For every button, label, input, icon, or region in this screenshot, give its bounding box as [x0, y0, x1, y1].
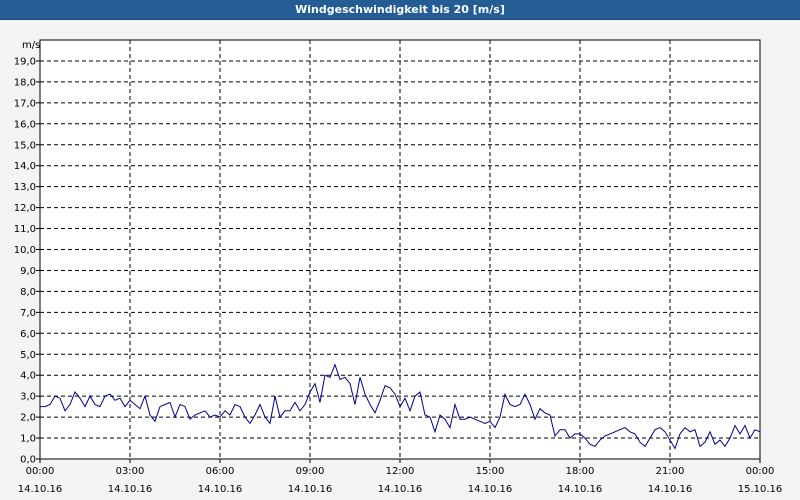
y-tick-label: 14,0: [14, 161, 36, 172]
y-tick-label: 1,0: [20, 434, 36, 445]
x-tick-date: 14.10.16: [108, 484, 153, 495]
x-tick-date: 14.10.16: [648, 484, 693, 495]
x-tick-date: 15.10.16: [738, 484, 783, 495]
y-tick-label: 19,0: [14, 56, 36, 67]
y-axis-label: m/s: [22, 40, 40, 51]
x-tick-date: 14.10.16: [378, 484, 423, 495]
grid-lines: [40, 40, 760, 459]
x-tick-date: 14.10.16: [288, 484, 333, 495]
y-tick-label: 12,0: [14, 203, 36, 214]
x-axis-ticks: 00:00 14.10.16 03:00 14.10.16 06:00 14.10.16 0…: [18, 459, 783, 495]
x-tick-date: 14.10.16: [558, 484, 603, 495]
y-tick-label: 18,0: [14, 77, 36, 88]
x-tick-date: 14.10.16: [18, 484, 63, 495]
y-tick-label: 11,0: [14, 224, 36, 235]
y-axis-ticks: 0,0 1,0 2,0 3,0 4,0 5,0 6,0 7,0 8,0 9,0 10,0 11,0 12…: [14, 56, 40, 466]
x-tick-time: 00:00: [26, 466, 55, 477]
y-tick-label: 5,0: [20, 350, 36, 361]
y-tick-label: 17,0: [14, 98, 36, 109]
y-tick-label: 7,0: [20, 308, 36, 319]
y-tick-label: 4,0: [20, 371, 36, 382]
x-tick-time: 06:00: [206, 466, 235, 477]
y-tick-label: 9,0: [20, 266, 36, 277]
y-tick-label: 6,0: [20, 329, 36, 340]
x-tick-time: 15:00: [476, 466, 505, 477]
y-tick-label: 16,0: [14, 119, 36, 130]
x-tick-time: 00:00: [746, 466, 775, 477]
x-tick-time: 21:00: [656, 466, 685, 477]
y-tick-label: 10,0: [14, 245, 36, 256]
chart-title: Windgeschwindigkeit bis 20 [m/s]: [0, 0, 800, 20]
y-tick-label: 8,0: [20, 287, 36, 298]
x-tick-time: 12:00: [386, 466, 415, 477]
x-tick-time: 09:00: [296, 466, 325, 477]
y-tick-label: 3,0: [20, 392, 36, 403]
x-tick-time: 03:00: [116, 466, 145, 477]
x-tick-date: 14.10.16: [198, 484, 243, 495]
y-tick-label: 2,0: [20, 413, 36, 424]
y-tick-label: 15,0: [14, 140, 36, 151]
y-tick-label: 13,0: [14, 182, 36, 193]
wind-speed-chart: m/s 0,0 1,0 2,0 3,0 4,0 5,0 6,0 7,0 8,0 9,0 10,0 11…: [14, 39, 783, 495]
y-tick-label: 0,0: [20, 455, 36, 466]
x-tick-date: 14.10.16: [468, 484, 513, 495]
x-tick-time: 18:00: [566, 466, 595, 477]
